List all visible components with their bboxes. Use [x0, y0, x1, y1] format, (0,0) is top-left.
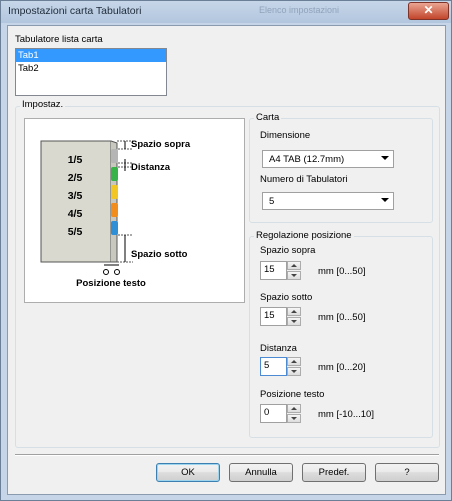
- settings-group-label: Impostaz.: [20, 99, 66, 110]
- tab-label-4: 4/5: [68, 208, 83, 220]
- title-bar: Impostazioni carta Tabulatori Elenco imp…: [1, 1, 451, 23]
- footer-separator: [15, 454, 439, 456]
- ok-button[interactable]: OK: [156, 463, 220, 482]
- dimension-label: Dimensione: [260, 130, 311, 141]
- cancel-button[interactable]: Annulla: [229, 463, 293, 482]
- bottom-space-label: Spazio sotto: [260, 292, 313, 303]
- bottom-space-input[interactable]: 15: [260, 307, 287, 326]
- tab-list-item-2[interactable]: Tab2: [16, 62, 166, 75]
- distance-label: Distanza: [260, 343, 297, 354]
- dimension-select[interactable]: A4 TAB (12.7mm): [262, 150, 394, 168]
- tab-preview: 1/5 2/5 3/5 4/5 5/5 Spazio sopra Distanz…: [24, 118, 245, 303]
- distance-input[interactable]: 5: [260, 357, 287, 376]
- tab-mark-2: [111, 167, 118, 181]
- tab-label-3: 3/5: [68, 190, 83, 202]
- carta-group-label: Carta: [254, 112, 282, 123]
- bottom-space-stepper[interactable]: 15: [260, 307, 301, 326]
- tab-list-item-1[interactable]: Tab1: [16, 49, 166, 62]
- tab-label-1: 1/5: [68, 154, 83, 166]
- annotation-top: Spazio sopra: [131, 139, 191, 150]
- text-position-input[interactable]: 0: [260, 404, 287, 423]
- chevron-down-icon: [381, 198, 389, 202]
- close-button[interactable]: ✕: [408, 2, 449, 20]
- tab-mark-5: [111, 221, 118, 235]
- default-button[interactable]: Predef.: [302, 463, 366, 482]
- tab-list[interactable]: Tab1 Tab2: [15, 48, 167, 96]
- tab-label-5: 5/5: [68, 226, 83, 238]
- text-position-marker-left: [103, 269, 109, 275]
- distance-stepper[interactable]: 5: [260, 357, 301, 376]
- arrow-up-icon[interactable]: [287, 307, 301, 316]
- tab-mark-3: [111, 185, 118, 199]
- annotation-text-position: Posizione testo: [76, 278, 146, 289]
- tab-count-value: 5: [269, 196, 275, 207]
- arrow-down-icon[interactable]: [287, 367, 301, 376]
- top-space-input[interactable]: 15: [260, 261, 287, 280]
- tab-preview-diagram: 1/5 2/5 3/5 4/5 5/5 Spazio sopra Distanz…: [40, 139, 191, 289]
- tab-label-2: 2/5: [68, 172, 83, 184]
- tab-mark-4: [111, 203, 118, 217]
- arrow-up-icon[interactable]: [287, 404, 301, 413]
- top-space-range: mm [0...50]: [318, 266, 366, 277]
- tab-count-select[interactable]: 5: [262, 192, 394, 210]
- close-icon: ✕: [423, 3, 434, 17]
- arrow-up-icon[interactable]: [287, 261, 301, 270]
- tab-list-label: Tabulatore lista carta: [15, 34, 103, 45]
- arrow-up-icon[interactable]: [287, 357, 301, 366]
- arrow-down-icon[interactable]: [287, 414, 301, 423]
- text-position-range: mm [-10...10]: [318, 409, 374, 420]
- top-space-label: Spazio sopra: [260, 245, 316, 256]
- annotation-distance: Distanza: [131, 162, 171, 173]
- text-position-label: Posizione testo: [260, 389, 325, 400]
- help-button[interactable]: ?: [375, 463, 439, 482]
- background-window-title: Elenco impostazioni: [259, 5, 340, 15]
- bottom-space-range: mm [0...50]: [318, 312, 366, 323]
- dimension-value: A4 TAB (12.7mm): [269, 154, 345, 165]
- tab-mark-1: [111, 149, 118, 163]
- dialog-body: Tabulatore lista carta Tab1 Tab2 Imposta…: [7, 25, 446, 495]
- chevron-down-icon: [381, 156, 389, 160]
- window-title: Impostazioni carta Tabulatori: [8, 5, 142, 17]
- text-position-marker-right: [114, 269, 120, 275]
- top-space-stepper[interactable]: 15: [260, 261, 301, 280]
- annotation-bottom: Spazio sotto: [131, 249, 188, 260]
- tab-count-label: Numero di Tabulatori: [260, 174, 348, 185]
- arrow-down-icon[interactable]: [287, 317, 301, 326]
- arrow-down-icon[interactable]: [287, 271, 301, 280]
- text-position-stepper[interactable]: 0: [260, 404, 301, 423]
- distance-range: mm [0...20]: [318, 362, 366, 373]
- dialog-window: Impostazioni carta Tabulatori Elenco imp…: [0, 0, 452, 501]
- position-group-label: Regolazione posizione: [254, 230, 354, 241]
